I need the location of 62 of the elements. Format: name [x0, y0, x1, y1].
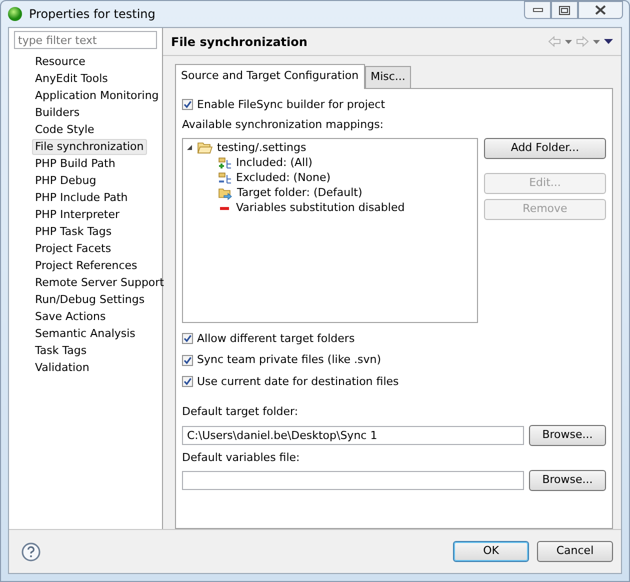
filter-icon — [218, 172, 232, 184]
sidebar-item[interactable]: Remote Server Support — [32, 275, 167, 291]
tab[interactable]: Source and Target Configuration — [175, 64, 365, 88]
minimize-button[interactable] — [524, 1, 551, 19]
sidebar-item[interactable]: Code Style — [32, 122, 98, 138]
sidebar-item[interactable]: File synchronization — [32, 139, 147, 155]
page-title: File synchronization — [171, 34, 308, 50]
dropdown-icon[interactable] — [565, 40, 572, 44]
checkbox-label: Enable FileSync builder for project — [197, 96, 386, 112]
checkbox-label: Allow different target folders — [197, 330, 355, 346]
help-icon[interactable] — [21, 542, 41, 562]
sidebar-item[interactable]: Application Monitoring — [32, 88, 162, 104]
add-folder-button[interactable]: Add Folder... — [484, 138, 606, 158]
sidebar-item[interactable]: PHP Debug — [32, 173, 100, 189]
sidebar-item[interactable]: PHP Build Path — [32, 156, 118, 172]
sidebar-item[interactable]: Project Facets — [32, 241, 114, 257]
app-icon — [7, 6, 23, 22]
maximize-button[interactable] — [551, 1, 578, 19]
tree-item[interactable]: Target folder: (Default) — [237, 184, 362, 202]
maximize-icon — [559, 6, 570, 14]
tree-item[interactable]: testing/.settings — [217, 140, 306, 156]
browse-button[interactable]: Browse... — [529, 470, 606, 491]
sidebar-item[interactable]: Validation — [32, 360, 92, 376]
folder-icon — [197, 142, 213, 154]
sidebar-item[interactable]: Task Tags — [32, 343, 90, 359]
close-button[interactable] — [578, 1, 623, 19]
tree-item[interactable]: Included: (All) — [236, 154, 312, 172]
sidebar-item[interactable]: Semantic Analysis — [32, 326, 138, 342]
sidebar-item[interactable]: Run/Debug Settings — [32, 292, 148, 308]
close-icon — [595, 5, 606, 15]
sidebar-item[interactable]: Builders — [32, 105, 83, 121]
menu-icon[interactable] — [604, 39, 613, 44]
sidebar-item[interactable]: PHP Interpreter — [32, 207, 122, 223]
checkbox[interactable] — [182, 376, 193, 388]
tab[interactable]: Misc... — [364, 66, 412, 88]
sidebar-item[interactable]: Resource — [32, 54, 88, 70]
tree-item[interactable]: Variables substitution disabled — [236, 200, 405, 216]
minimize-icon — [532, 8, 542, 12]
variables-file-field[interactable] — [182, 471, 524, 490]
filter-field[interactable]: type filter text — [14, 31, 157, 49]
tree-item[interactable]: Excluded: (None) — [236, 170, 331, 186]
dialog-button[interactable]: Cancel — [537, 541, 613, 562]
field-label: Default variables file: — [182, 450, 301, 466]
folder-arrow-icon — [218, 186, 233, 200]
checkbox[interactable] — [182, 333, 193, 344]
checkbox-label: Sync team private files (like .svn) — [197, 352, 382, 368]
dialog-button[interactable]: OK — [453, 541, 529, 562]
window-title: Properties for testing — [29, 6, 156, 23]
field-label: Default target folder: — [182, 404, 300, 420]
checkbox[interactable] — [182, 99, 193, 110]
target-folder-field[interactable]: C:\Users\daniel.be\Desktop\Sync 1 — [182, 426, 524, 444]
sidebar-item[interactable]: Project References — [32, 258, 140, 274]
section-label: Available synchronization mappings: — [182, 117, 385, 133]
checkbox[interactable] — [182, 354, 193, 366]
dropdown-icon[interactable] — [593, 40, 600, 44]
checkbox-label: Use current date for destination files — [197, 374, 399, 390]
browse-button[interactable]: Browse... — [529, 424, 606, 446]
sidebar-item[interactable]: PHP Task Tags — [32, 224, 115, 240]
sidebar-item[interactable]: Save Actions — [32, 309, 109, 325]
sidebar-item[interactable]: PHP Include Path — [32, 190, 131, 206]
filter-icon — [218, 156, 232, 170]
sidebar-item[interactable]: AnyEdit Tools — [32, 71, 111, 87]
